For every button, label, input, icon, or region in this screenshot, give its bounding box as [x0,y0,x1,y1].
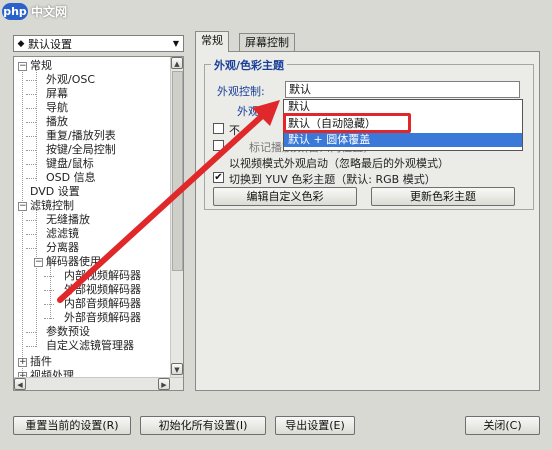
tree-expander-icon[interactable]: − [18,62,27,71]
preferences-window: php 中文网 ◆ 默认设置 ▼ − 常规 外观/OSC 屏幕 导航 播放 重复/播放列表按… [0,0,552,450]
scroll-right-icon[interactable]: ▶ [158,378,170,390]
appearance-control-select[interactable]: 默认 [285,81,520,98]
initialize-all-button[interactable]: 初始化所有设置(I) [140,416,266,435]
hidden-checkbox[interactable] [213,123,224,134]
option-default-rounded[interactable]: 默认 + 圆体覆盖 [284,133,522,147]
tree-item[interactable]: 按键/全局控制 [46,143,116,157]
tab-general[interactable]: 常规 [195,31,229,52]
tree-vertical-scrollbar[interactable]: ▲ ▼ [170,57,183,377]
tree-item[interactable]: 滤滤镜 [46,227,79,241]
option-default[interactable]: 默认 [284,100,522,114]
tree-item[interactable]: 参数预设 [46,325,90,339]
bullet-icon: ◆ [17,38,25,49]
tree-item[interactable]: 自定义滤镜管理器 [46,339,134,353]
logo-badge: php [2,2,28,20]
tree-item[interactable]: 键盘/鼠标 [46,157,94,171]
tab-screen-control[interactable]: 屏幕控制 [239,33,295,51]
general-panel: 外观/色彩主题 外观控制: 默认 外观 默认 默认（自动隐藏） 默认 + 圆体覆… [195,51,540,391]
yuv-checkbox[interactable]: ✔ [213,172,224,183]
update-color-theme-button[interactable]: 更新色彩主题 [371,187,515,206]
scroll-up-icon[interactable]: ▲ [171,57,183,69]
appearance-control-label: 外观控制: [217,85,265,98]
reset-current-button[interactable]: 重置当前的设置(R) [13,416,131,435]
tree-item[interactable]: OSD 信息 [46,171,96,185]
scroll-down-icon[interactable]: ▼ [171,363,183,375]
tree-item[interactable]: 插件 [30,355,52,369]
hidden-checkbox-label: 不 [229,124,240,137]
logo-text: 中文网 [31,4,68,19]
tree-expander-icon[interactable]: − [34,258,43,267]
scroll-thumb[interactable] [172,71,183,271]
tree-item[interactable]: 外部音频解码器 [64,311,141,325]
edit-custom-colors-button[interactable]: 编辑自定义色彩 [213,187,357,206]
tree-item[interactable]: 解码器使用 [46,255,101,269]
tree-item[interactable]: 播放 [46,115,68,129]
tree-item[interactable]: 无缝播放 [46,213,90,227]
tree-item[interactable]: 导航 [46,101,68,115]
tree-horizontal-scrollbar[interactable]: ◀ ▶ [14,377,183,390]
tree-item[interactable]: 外部视频解码器 [64,283,141,297]
preset-value: 默认设置 [28,37,72,51]
hidden-checkbox-2[interactable] [213,140,224,151]
tree-item[interactable]: 屏幕 [46,87,68,101]
tree-item[interactable]: 外观/OSC [46,73,95,87]
preset-select[interactable]: ◆ 默认设置 ▼ [13,35,184,52]
appearance-theme-group: 外观/色彩主题 外观控制: 默认 外观 默认 默认（自动隐藏） 默认 + 圆体覆… [204,57,534,210]
tree-expander-icon[interactable]: + [18,358,27,367]
tree-expander-icon[interactable]: − [18,202,27,211]
tree-item[interactable]: 内部视频解码器 [64,269,141,283]
export-settings-button[interactable]: 导出设置(E) [275,416,355,435]
tree-item[interactable]: 常规 [30,59,52,73]
group-title: 外观/色彩主题 [211,57,288,73]
video-mode-label: 以视频模式外观启动（忽略最后的外观模式） [229,157,449,170]
tree-item[interactable]: DVD 设置 [30,185,80,199]
close-button[interactable]: 关闭(C) [465,416,540,435]
tree-item[interactable]: 分离器 [46,241,79,255]
theme-label: 外观 [237,105,259,118]
tree-item[interactable]: 内部音频解码器 [64,297,141,311]
watermark-logo: php 中文网 [2,2,67,20]
dropdown-arrow-icon[interactable]: ▼ [169,39,183,48]
yuv-checkbox-label: 切换到 YUV 色彩主题（默认: RGB 模式） [229,173,436,186]
tree-item[interactable]: 重复/播放列表 [46,129,116,143]
annotation-highlight-box [283,113,411,133]
tree-item[interactable]: 滤镜控制 [30,199,74,213]
settings-tree: − 常规 外观/OSC 屏幕 导航 播放 重复/播放列表 按键/全局控制 键盘/鼠标 OSD 信息… [13,56,184,391]
scroll-left-icon[interactable]: ◀ [14,378,26,390]
